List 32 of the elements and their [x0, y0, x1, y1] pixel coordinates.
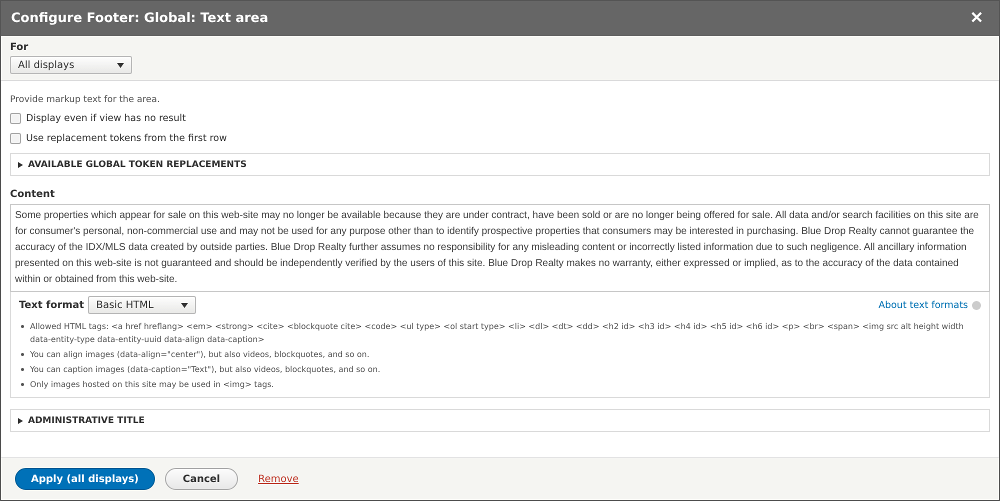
section-title: AVAILABLE GLOBAL TOKEN REPLACEMENTS — [28, 160, 247, 170]
dialog-title: Configure Footer: Global: Text area — [11, 11, 268, 26]
format-tip: You can align images (data-align="center"), but also videos, blockquotes, and so on. — [30, 349, 370, 361]
bullet-icon — [21, 353, 24, 356]
checkbox-label[interactable]: Use replacement tokens from the first row — [10, 133, 990, 144]
collapsible-section[interactable]: ADMINISTRATIVE TITLE — [10, 409, 990, 432]
checkbox[interactable] — [10, 133, 21, 144]
about-text-formats-link[interactable]: About text formats — [878, 300, 968, 310]
caret-icon — [181, 302, 188, 308]
checkbox[interactable] — [10, 113, 21, 124]
help-icon — [972, 300, 981, 310]
bullet-icon — [21, 383, 24, 386]
field-label: Content — [10, 189, 56, 200]
field-label: Text format — [19, 300, 84, 310]
format-tip: You can caption images (data-caption="Text"), but also videos, blockquotes, and so on. — [30, 364, 380, 376]
remove-link[interactable]: Remove — [258, 474, 299, 484]
description-text: Provide markup text for the area. — [10, 95, 161, 105]
format-tip: Only images hosted on this site may be used in <img> tags. — [30, 379, 274, 391]
text-format-select[interactable]: Basic HTML — [88, 296, 196, 314]
apply-button[interactable]: Apply (all displays) — [15, 468, 155, 490]
content-textarea[interactable]: Some properties which appear for sale on this web-site may no longer be available because they are under contract, have been sold or are no longer being offered for sale. All data and/or search facilities on this site are for consumer's personal, non-commercial use and may not be used for any purpose other than to identify prospective properties that consumers may be interested in purchasing. Blue Drop Realty cannot guarantee the accuracy of the IDX/MLS data created by outside parties. Blue Drop Realty further assumes no responsibility for any misleading content or incorrectly listed information due to such negligence. All ancillary information presented on this web-site is not guaranteed and should be independently verified by the users of this site. Blue Drop Realty makes no warranty, either expressed or implied, as to the accuracy of the data contained within or obtained from this web-site. — [10, 204, 990, 292]
bullet-icon — [21, 325, 24, 328]
collapsible-section[interactable]: AVAILABLE GLOBAL TOKEN REPLACEMENTS — [10, 153, 990, 176]
cancel-button[interactable]: Cancel — [164, 468, 238, 490]
caret-icon — [117, 62, 124, 68]
section-title: ADMINISTRATIVE TITLE — [28, 416, 145, 426]
close-button[interactable]: ✕ — [968, 10, 985, 26]
checkbox-label[interactable]: Display even if view has no result — [10, 113, 990, 124]
format-tip: Allowed HTML tags: <a href hreflang> <em> <strong> <cite> <blockquote cite> <code> <ul type> <ol start type> <li> <dl> <dt> <dd> <h2 id> <h3 id> <h4 id> <h5 id> <h6 id> <p> <br> <span> <img src alt height width data-entity-type data-entity-uuid data-align data-caption> — [30, 321, 965, 346]
bullet-icon — [21, 368, 24, 371]
field-label: For — [10, 42, 30, 53]
display-select[interactable]: All displays — [10, 56, 132, 74]
